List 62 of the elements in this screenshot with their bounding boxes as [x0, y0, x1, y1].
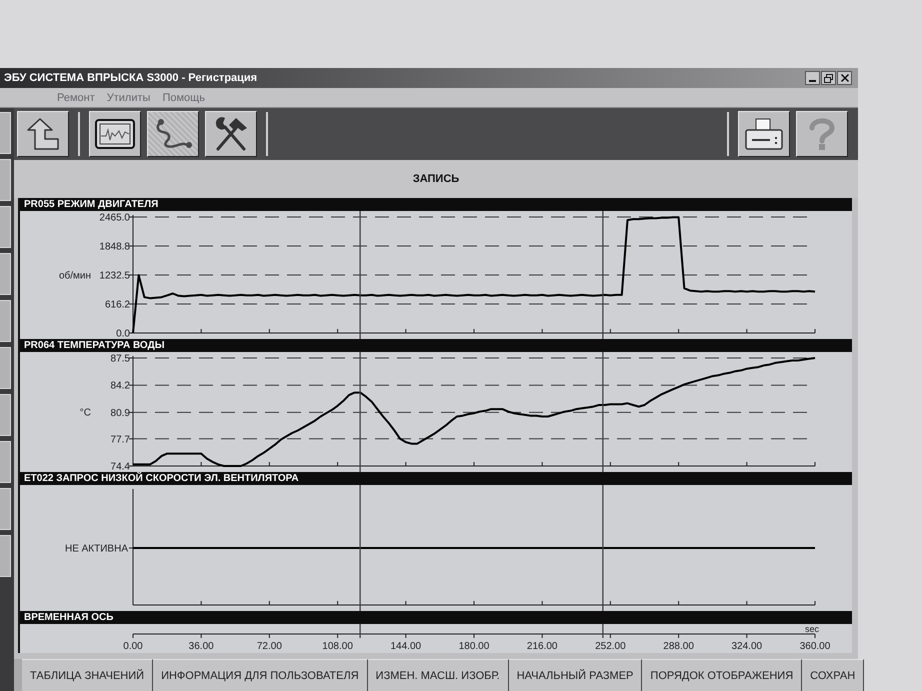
- minimize-button[interactable]: [805, 71, 820, 85]
- time-tick-label: 288.00: [663, 641, 694, 652]
- command-button[interactable]: СОХРАН: [802, 659, 864, 691]
- time-tick-label: 0.00: [123, 641, 143, 652]
- cursor-line[interactable]: [602, 485, 604, 611]
- tools-button[interactable]: [205, 111, 257, 157]
- unit-label: sec: [804, 624, 819, 634]
- help-button[interactable]: [796, 111, 848, 157]
- y-tick-label: 74.4: [110, 462, 130, 472]
- time-tick-label: 144.00: [390, 641, 422, 652]
- monitor-button[interactable]: [89, 111, 141, 157]
- cursor-line[interactable]: [360, 624, 361, 638]
- axis-title: ВРЕМЕННАЯ ОСЬ: [20, 611, 852, 624]
- y-tick-label: 0.0: [116, 328, 130, 339]
- chart-title: PR055 РЕЖИМ ДВИГАТЕЛЯ: [20, 198, 852, 211]
- tools-icon: [214, 117, 248, 151]
- y-tick-label: 2465.0: [99, 212, 130, 224]
- chart-title: ET022 ЗАПРОС НИЗКОЙ СКОРОСТИ ЭЛ. ВЕНТИЛЯТОРА: [20, 472, 852, 485]
- close-button[interactable]: [837, 71, 852, 85]
- cursor-line[interactable]: [360, 352, 361, 472]
- restore-icon: [824, 74, 833, 82]
- cursor-line[interactable]: [360, 211, 361, 339]
- restore-button[interactable]: [821, 71, 836, 85]
- up-arrow-icon: [27, 118, 59, 150]
- command-button[interactable]: ИЗМЕН. МАСШ. ИЗОБР.: [368, 659, 509, 691]
- command-button[interactable]: ТАБЛИЦА ЗНАЧЕНИЙ: [22, 659, 154, 691]
- close-icon: [840, 74, 848, 82]
- y-tick-label: 87.5: [110, 354, 130, 364]
- printer-icon: [745, 118, 783, 150]
- window-title: ЭБУ СИСТЕМА ВПРЫСКА S3000 - Регистрация: [4, 72, 258, 84]
- y-tick-label: 616.2: [104, 300, 130, 310]
- help-icon: [808, 117, 836, 151]
- time-tick-label: 252.00: [595, 641, 626, 652]
- y-tick-label: 84.2: [110, 380, 130, 392]
- monitor-icon: [95, 119, 135, 149]
- command-button[interactable]: НАЧАЛЬНЫЙ РАЗМЕР: [508, 659, 642, 691]
- cable-button[interactable]: [147, 111, 199, 157]
- cursor-line[interactable]: [360, 485, 361, 611]
- section-title: ЗАПИСЬ: [412, 173, 460, 185]
- chart-title: PR064 ТЕМПЕРАТУРА ВОДЫ: [20, 339, 852, 352]
- time-tick-label: 72.00: [256, 641, 282, 652]
- cursor-line[interactable]: [602, 211, 604, 339]
- time-tick-label: 360.00: [800, 641, 830, 652]
- time-tick-label: 180.00: [458, 641, 490, 652]
- unit-label: об/мин: [58, 270, 91, 282]
- y-tick-label: 80.9: [110, 408, 130, 419]
- cursor-line[interactable]: [602, 624, 604, 638]
- unit-label: °C: [80, 408, 91, 418]
- command-button[interactable]: ИНФОРМАЦИЯ ДЛЯ ПОЛЬЗОВАТЕЛЯ: [153, 659, 368, 691]
- up-button[interactable]: [17, 111, 69, 157]
- y-tick-label: 1848.8: [99, 242, 130, 252]
- time-tick-label: 324.00: [732, 641, 762, 652]
- y-tick-label: 77.7: [110, 434, 130, 446]
- time-tick-label: 108.00: [322, 641, 353, 652]
- time-tick-label: 216.00: [526, 641, 558, 652]
- cursor-line[interactable]: [602, 352, 604, 472]
- state-label: НЕ АКТИВНА: [64, 544, 128, 554]
- minimize-icon: [809, 80, 816, 82]
- time-tick-label: 36.00: [188, 641, 214, 652]
- print-button[interactable]: [738, 111, 790, 157]
- y-tick-label: 1232.5: [99, 270, 130, 282]
- command-button[interactable]: ПОРЯДОК ОТОБРАЖЕНИЯ: [642, 659, 802, 691]
